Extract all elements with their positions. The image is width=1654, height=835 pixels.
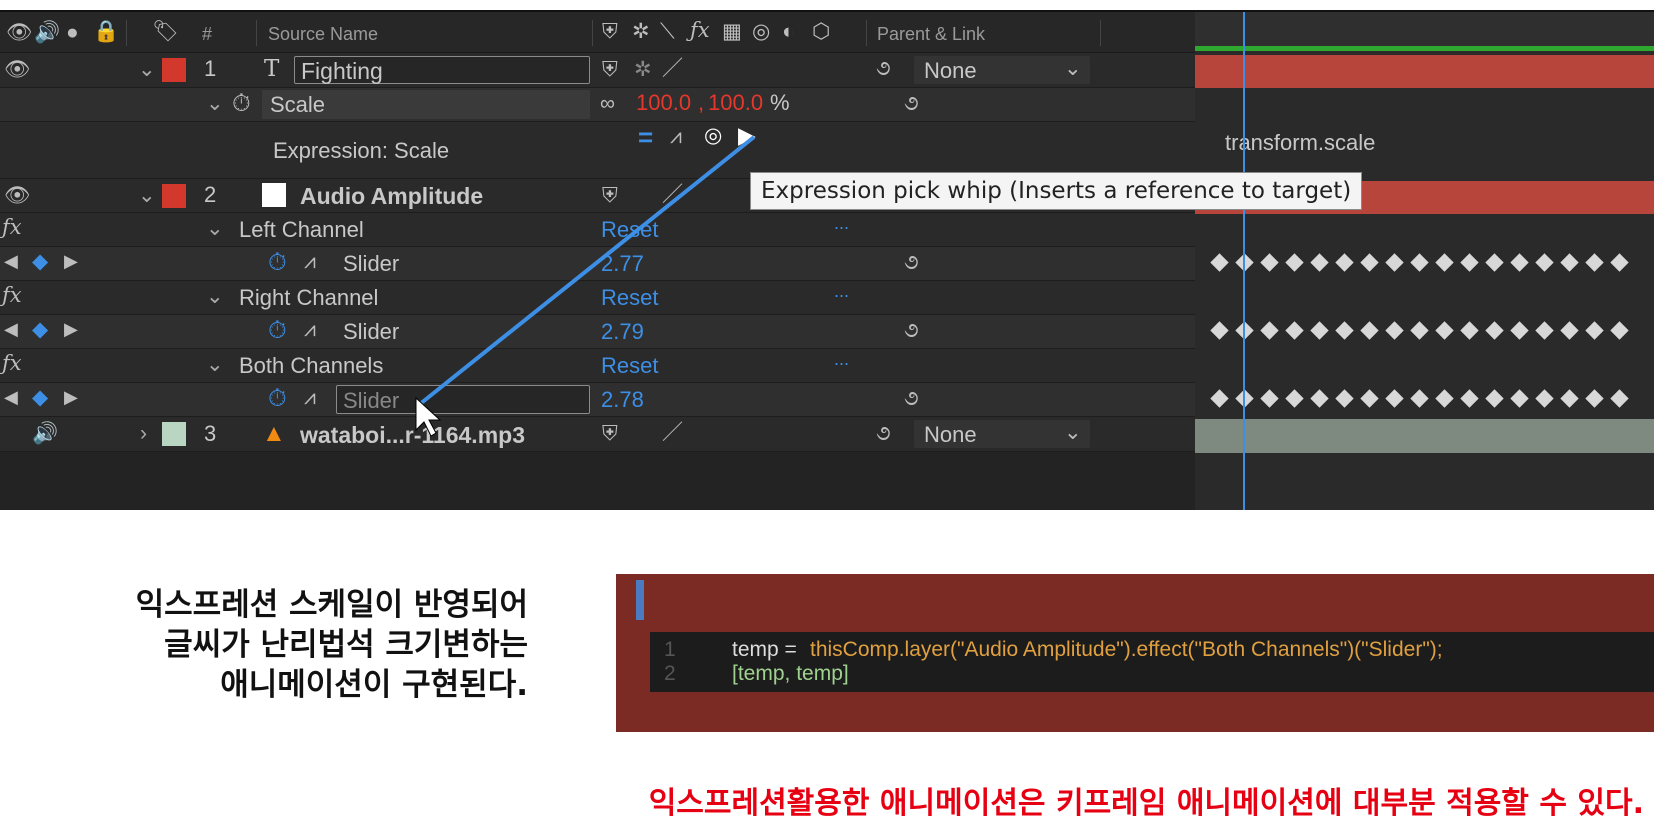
keyframe-diamond[interactable] (1510, 389, 1529, 408)
line-number-2: 2 (664, 662, 676, 685)
keyframe-diamond[interactable] (1385, 321, 1404, 340)
keyframe-diamond[interactable] (1535, 321, 1554, 340)
timeline-area[interactable]: transform.scale (1195, 12, 1654, 510)
time-ruler[interactable] (1195, 12, 1654, 46)
keyframe-diamond[interactable] (1385, 253, 1404, 272)
layer-1-duration-bar[interactable] (1195, 55, 1654, 88)
keyframe-diamond[interactable] (1485, 389, 1504, 408)
keyframe-diamond[interactable] (1310, 253, 1329, 272)
keyframe-diamond[interactable] (1285, 253, 1304, 272)
expression-timeline-text[interactable]: transform.scale (1225, 130, 1375, 156)
expression-code-snippet: 1 2 temp = thisComp.layer("Audio Amplitu… (616, 574, 1654, 732)
caption-line-3: 애니메이션이 구현된다. (220, 667, 528, 703)
keyframe-diamond[interactable] (1485, 253, 1504, 272)
keyframe-diamond[interactable] (1335, 389, 1354, 408)
keyframe-diamond[interactable] (1410, 389, 1429, 408)
keyframe-diamond[interactable] (1310, 389, 1329, 408)
keyframe-diamond[interactable] (1610, 389, 1629, 408)
keyframe-diamond[interactable] (1360, 253, 1379, 272)
keyframe-diamond[interactable] (1285, 389, 1304, 408)
keyframe-diamond[interactable] (1560, 389, 1579, 408)
keyframe-diamond[interactable] (1210, 253, 1229, 272)
caption-line-2: 글씨가 난리법석 크기변하는 (164, 627, 528, 663)
bottom-note: 익스프레션활용한 애니메이션은 키프레임 애니메이션에 대부분 적용할 수 있다… (648, 786, 1644, 821)
keyframe-diamond[interactable] (1210, 321, 1229, 340)
keyframe-diamond[interactable] (1210, 389, 1229, 408)
keyframe-diamond[interactable] (1585, 321, 1604, 340)
keyframe-diamond[interactable] (1410, 253, 1429, 272)
keyframe-diamond[interactable] (1560, 253, 1579, 272)
keyframe-diamond[interactable] (1560, 321, 1579, 340)
keyframe-diamond[interactable] (1610, 321, 1629, 340)
keyframe-diamond[interactable] (1460, 253, 1479, 272)
keyframe-diamond[interactable] (1435, 321, 1454, 340)
time-indicator-marker (636, 580, 644, 620)
keyframe-diamond[interactable] (1435, 389, 1454, 408)
pick-whip-tooltip: Expression pick whip (Inserts a referenc… (750, 172, 1363, 210)
keyframe-diamond[interactable] (1535, 253, 1554, 272)
mouse-cursor-icon (415, 396, 442, 437)
keyframe-diamond[interactable] (1260, 389, 1279, 408)
current-time-indicator[interactable] (1243, 12, 1245, 510)
keyframe-diamond[interactable] (1460, 389, 1479, 408)
keyframe-diamond[interactable] (1435, 253, 1454, 272)
keyframe-diamond[interactable] (1285, 321, 1304, 340)
after-effects-timeline-panel: 👁 🔊 ● 🔒 🏷 # Source Name ⛨ ✲ ⟍ ƒx ▦ ◎ ◐ ⬡… (0, 10, 1654, 510)
keyframe-diamond[interactable] (1610, 253, 1629, 272)
line-number-1: 1 (664, 638, 676, 661)
keyframe-diamond[interactable] (1410, 321, 1429, 340)
keyframe-diamond[interactable] (1385, 389, 1404, 408)
pick-whip-line (415, 135, 756, 437)
caption-line-1: 익스프레션 스케일이 반영되어 (135, 587, 528, 623)
code-line-1-expr: thisComp.layer("Audio Amplitude").effect… (810, 638, 1443, 661)
keyframe-diamond[interactable] (1510, 253, 1529, 272)
keyframe-diamond[interactable] (1510, 321, 1529, 340)
keyframe-diamond[interactable] (1535, 389, 1554, 408)
code-line-1-var: temp = (732, 638, 797, 661)
keyframe-diamond[interactable] (1310, 321, 1329, 340)
code-line-2: [temp, temp] (732, 662, 849, 685)
layer-3-duration-bar[interactable] (1195, 419, 1654, 453)
keyframe-diamond[interactable] (1260, 321, 1279, 340)
keyframe-diamond[interactable] (1335, 253, 1354, 272)
code-editor[interactable]: 1 2 temp = thisComp.layer("Audio Amplitu… (650, 632, 1654, 692)
keyframe-diamond[interactable] (1360, 389, 1379, 408)
keyframe-diamond[interactable] (1485, 321, 1504, 340)
keyframe-diamond[interactable] (1585, 253, 1604, 272)
keyframe-diamond[interactable] (1335, 321, 1354, 340)
keyframe-diamond[interactable] (1260, 253, 1279, 272)
keyframe-diamond[interactable] (1460, 321, 1479, 340)
caption-text: 익스프레션 스케일이 반영되어 글씨가 난리법석 크기변하는 애니메이션이 구현… (108, 585, 528, 705)
work-area-bar[interactable] (1195, 46, 1654, 51)
keyframe-diamond[interactable] (1585, 389, 1604, 408)
keyframe-diamond[interactable] (1360, 321, 1379, 340)
